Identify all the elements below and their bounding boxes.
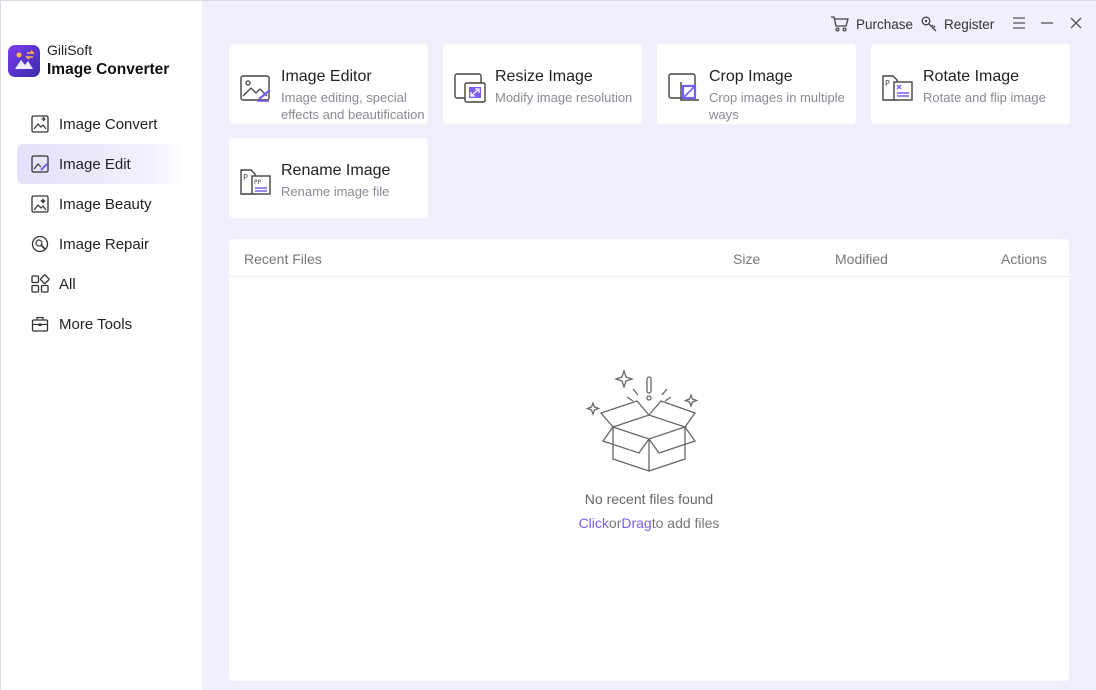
image-editor-icon [239, 72, 273, 104]
tool-description: Rename image file [281, 184, 390, 199]
sidebar: GiliSoft Image Converter Image Convert I… [1, 1, 202, 690]
rename-image-icon: P PP [239, 166, 273, 198]
grid-icon [29, 273, 51, 295]
purchase-button[interactable]: Purchase [830, 13, 913, 35]
sidebar-item-label: Image Convert [59, 115, 158, 133]
empty-box-illustration [585, 368, 701, 477]
image-edit-icon [29, 153, 51, 175]
column-size[interactable]: Size [733, 251, 760, 267]
tool-card-rename-image[interactable]: P PP Rename Image Rename image file [229, 138, 428, 218]
empty-state-action: ClickorDragto add files [229, 515, 1069, 531]
close-icon [1070, 17, 1082, 29]
tool-description: Crop images in multiple ways [709, 90, 845, 122]
tool-description: Modify image resolution [495, 90, 633, 105]
minimize-button[interactable] [1037, 13, 1057, 33]
sidebar-item-label: Image Edit [59, 155, 131, 173]
brand-product: Image Converter [47, 61, 170, 78]
column-modified[interactable]: Modified [835, 251, 888, 267]
register-label: Register [944, 16, 995, 32]
svg-text:P: P [885, 79, 890, 88]
sidebar-item-image-repair[interactable]: Image Repair [17, 224, 185, 264]
svg-text:PP: PP [254, 179, 262, 186]
svg-text:P: P [243, 173, 248, 182]
tool-title: Rename Image [281, 162, 391, 179]
tool-description: Image editing, special effects and beaut… [281, 90, 425, 122]
sidebar-item-image-beauty[interactable]: Image Beauty [17, 184, 185, 224]
recent-files-panel: Recent Files Size Modified Actions No re… [229, 239, 1069, 681]
or-text: or [608, 515, 622, 531]
click-link[interactable]: Click [579, 515, 609, 531]
empty-state-message: No recent files found [584, 491, 714, 507]
sidebar-item-more-tools[interactable]: More Tools [17, 304, 185, 344]
register-button[interactable]: Register [920, 13, 994, 35]
tool-card-crop-image[interactable]: Crop Image Crop images in multiple ways [657, 44, 856, 124]
tool-card-rotate-image[interactable]: P Rotate Image Rotate and flip image [871, 44, 1070, 124]
sidebar-item-label: Image Repair [59, 235, 150, 253]
app-logo [8, 45, 40, 77]
image-repair-icon [29, 233, 51, 255]
purchase-label: Purchase [856, 16, 914, 32]
sidebar-item-image-convert[interactable]: Image Convert [17, 104, 185, 144]
image-beauty-icon [29, 193, 51, 215]
resize-image-icon [453, 72, 487, 104]
menu-button[interactable] [1009, 13, 1029, 33]
column-recent-files: Recent Files [244, 251, 322, 267]
tool-title: Image Editor [281, 68, 372, 85]
column-actions: Actions [1001, 251, 1047, 267]
sidebar-item-label: All [59, 275, 76, 293]
brand-company: GiliSoft [47, 42, 93, 58]
crop-image-icon [667, 72, 701, 104]
sidebar-item-label: Image Beauty [59, 195, 152, 213]
tool-title: Rotate Image [923, 68, 1020, 85]
toolbox-icon [29, 313, 51, 335]
minimize-icon [1041, 22, 1053, 24]
tool-title: Resize Image [495, 68, 593, 85]
add-files-text: to add files [651, 515, 720, 531]
rotate-image-icon: P [881, 72, 915, 104]
recent-files-header: Recent Files Size Modified Actions [229, 239, 1069, 277]
app-window: GiliSoft Image Converter Image Convert I… [0, 0, 1096, 690]
drag-link[interactable]: Drag [621, 515, 651, 531]
tool-card-image-editor[interactable]: Image Editor Image editing, special effe… [229, 44, 428, 124]
sidebar-item-all[interactable]: All [17, 264, 185, 304]
image-convert-icon [29, 113, 51, 135]
tool-description: Rotate and flip image [923, 90, 1046, 105]
hamburger-icon [1013, 17, 1025, 29]
tool-card-resize-image[interactable]: Resize Image Modify image resolution [443, 44, 642, 124]
tool-title: Crop Image [709, 68, 793, 85]
sidebar-item-label: More Tools [59, 315, 133, 333]
sidebar-item-image-edit[interactable]: Image Edit [17, 144, 185, 184]
key-icon [921, 16, 937, 32]
close-button[interactable] [1066, 13, 1086, 33]
cart-icon [831, 16, 849, 32]
